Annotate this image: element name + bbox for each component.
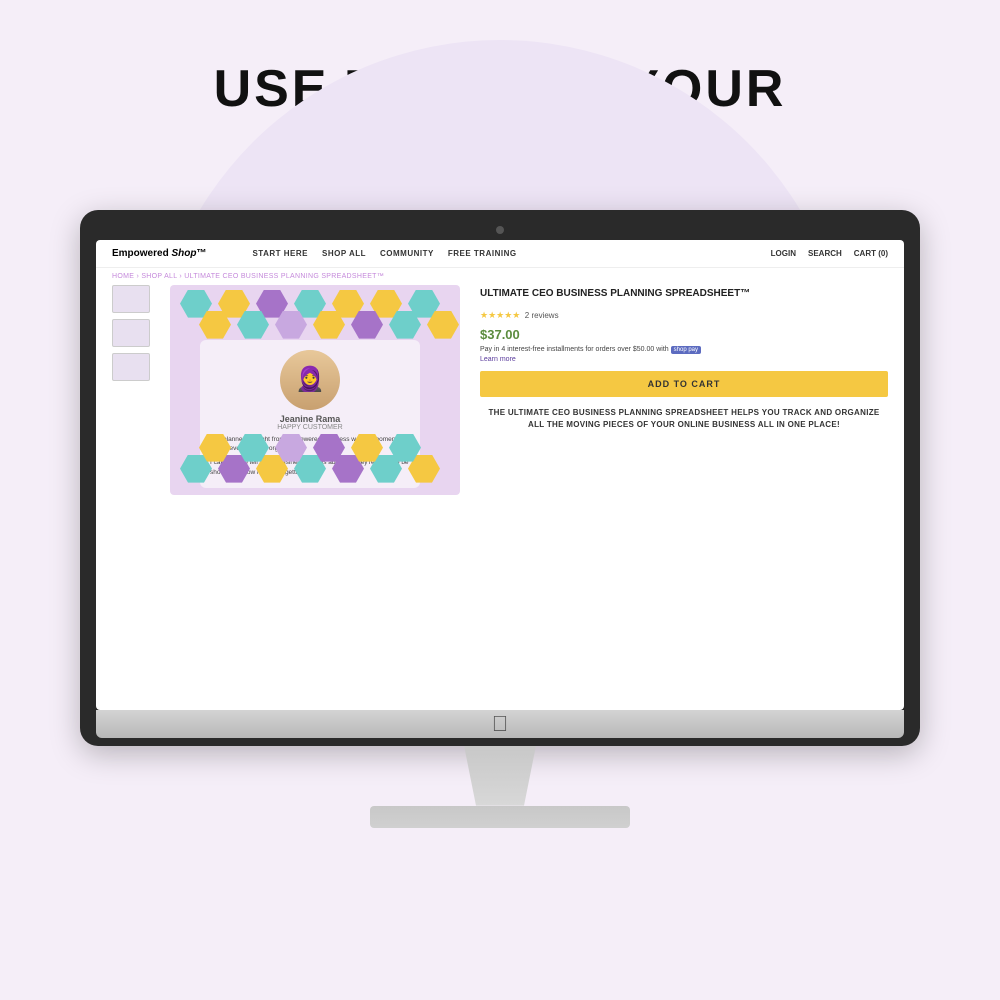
nav-search[interactable]: SEARCH bbox=[808, 249, 842, 258]
nav-links: START HERE SHOP ALL COMMUNITY FREE TRAIN… bbox=[252, 249, 754, 258]
product-area: 🧕 Jeanine Rama HAPPY CUSTOMER The planne… bbox=[96, 285, 904, 495]
nav-start-here[interactable]: START HERE bbox=[252, 249, 308, 258]
learn-more-link[interactable]: Learn more bbox=[480, 356, 888, 363]
shopify-badge: shop pay bbox=[671, 346, 701, 354]
review-count: 2 reviews bbox=[525, 311, 559, 320]
product-description: THE ULTIMATE CEO BUSINESS PLANNING SPREA… bbox=[480, 407, 888, 433]
honeycomb-bg: 🧕 Jeanine Rama HAPPY CUSTOMER The planne… bbox=[170, 285, 460, 495]
customer-name: Jeanine Rama bbox=[210, 414, 410, 424]
installment-text: Pay in 4 interest-free installments for … bbox=[480, 346, 888, 354]
nav-login[interactable]: LOGIN bbox=[771, 249, 796, 258]
imac-mockup: Empowered Shop™ START HERE SHOP ALL COMM… bbox=[80, 210, 920, 828]
nav-community[interactable]: COMMUNITY bbox=[380, 249, 434, 258]
product-title: ULTIMATE CEO BUSINESS PLANNING SPREADSHE… bbox=[480, 287, 888, 301]
imac-screen-outer: Empowered Shop™ START HERE SHOP ALL COMM… bbox=[80, 210, 920, 746]
imac-stand-neck bbox=[440, 746, 560, 806]
product-details: ULTIMATE CEO BUSINESS PLANNING SPREADSHE… bbox=[480, 285, 888, 495]
imac-stand-base bbox=[370, 806, 630, 828]
breadcrumb: HOME › SHOP ALL › ULTIMATE CEO BUSINESS … bbox=[96, 268, 904, 285]
product-rating: ★★★★★ 2 reviews bbox=[480, 305, 888, 323]
site-logo: Empowered Shop™ bbox=[112, 248, 206, 259]
avatar-face: 🧕 bbox=[280, 350, 340, 410]
product-thumbnails bbox=[112, 285, 150, 495]
customer-avatar: 🧕 bbox=[280, 350, 340, 410]
customer-role: HAPPY CUSTOMER bbox=[210, 424, 410, 431]
nav-shop-all[interactable]: SHOP ALL bbox=[322, 249, 366, 258]
nav-cart[interactable]: CART (0) bbox=[854, 249, 888, 258]
imac-screen: Empowered Shop™ START HERE SHOP ALL COMM… bbox=[96, 240, 904, 710]
product-main-image: 🧕 Jeanine Rama HAPPY CUSTOMER The planne… bbox=[170, 285, 460, 495]
product-price: $37.00 bbox=[480, 327, 888, 342]
thumbnail-2[interactable] bbox=[112, 319, 150, 347]
nav-free-training[interactable]: FREE TRAINING bbox=[448, 249, 517, 258]
thumbnail-3[interactable] bbox=[112, 353, 150, 381]
add-to-cart-button[interactable]: ADD TO CART bbox=[480, 371, 888, 397]
imac-camera bbox=[496, 226, 504, 234]
page-wrapper: USE THEM ON YOUR SHOP LISTINGS! Empowere… bbox=[0, 0, 1000, 828]
imac-chin:  bbox=[96, 710, 904, 738]
apple-logo-icon:  bbox=[492, 711, 509, 737]
nav-right: LOGIN SEARCH CART (0) bbox=[771, 249, 888, 258]
star-rating: ★★★★★ bbox=[480, 310, 520, 320]
site-nav: Empowered Shop™ START HERE SHOP ALL COMM… bbox=[96, 240, 904, 268]
thumbnail-1[interactable] bbox=[112, 285, 150, 313]
